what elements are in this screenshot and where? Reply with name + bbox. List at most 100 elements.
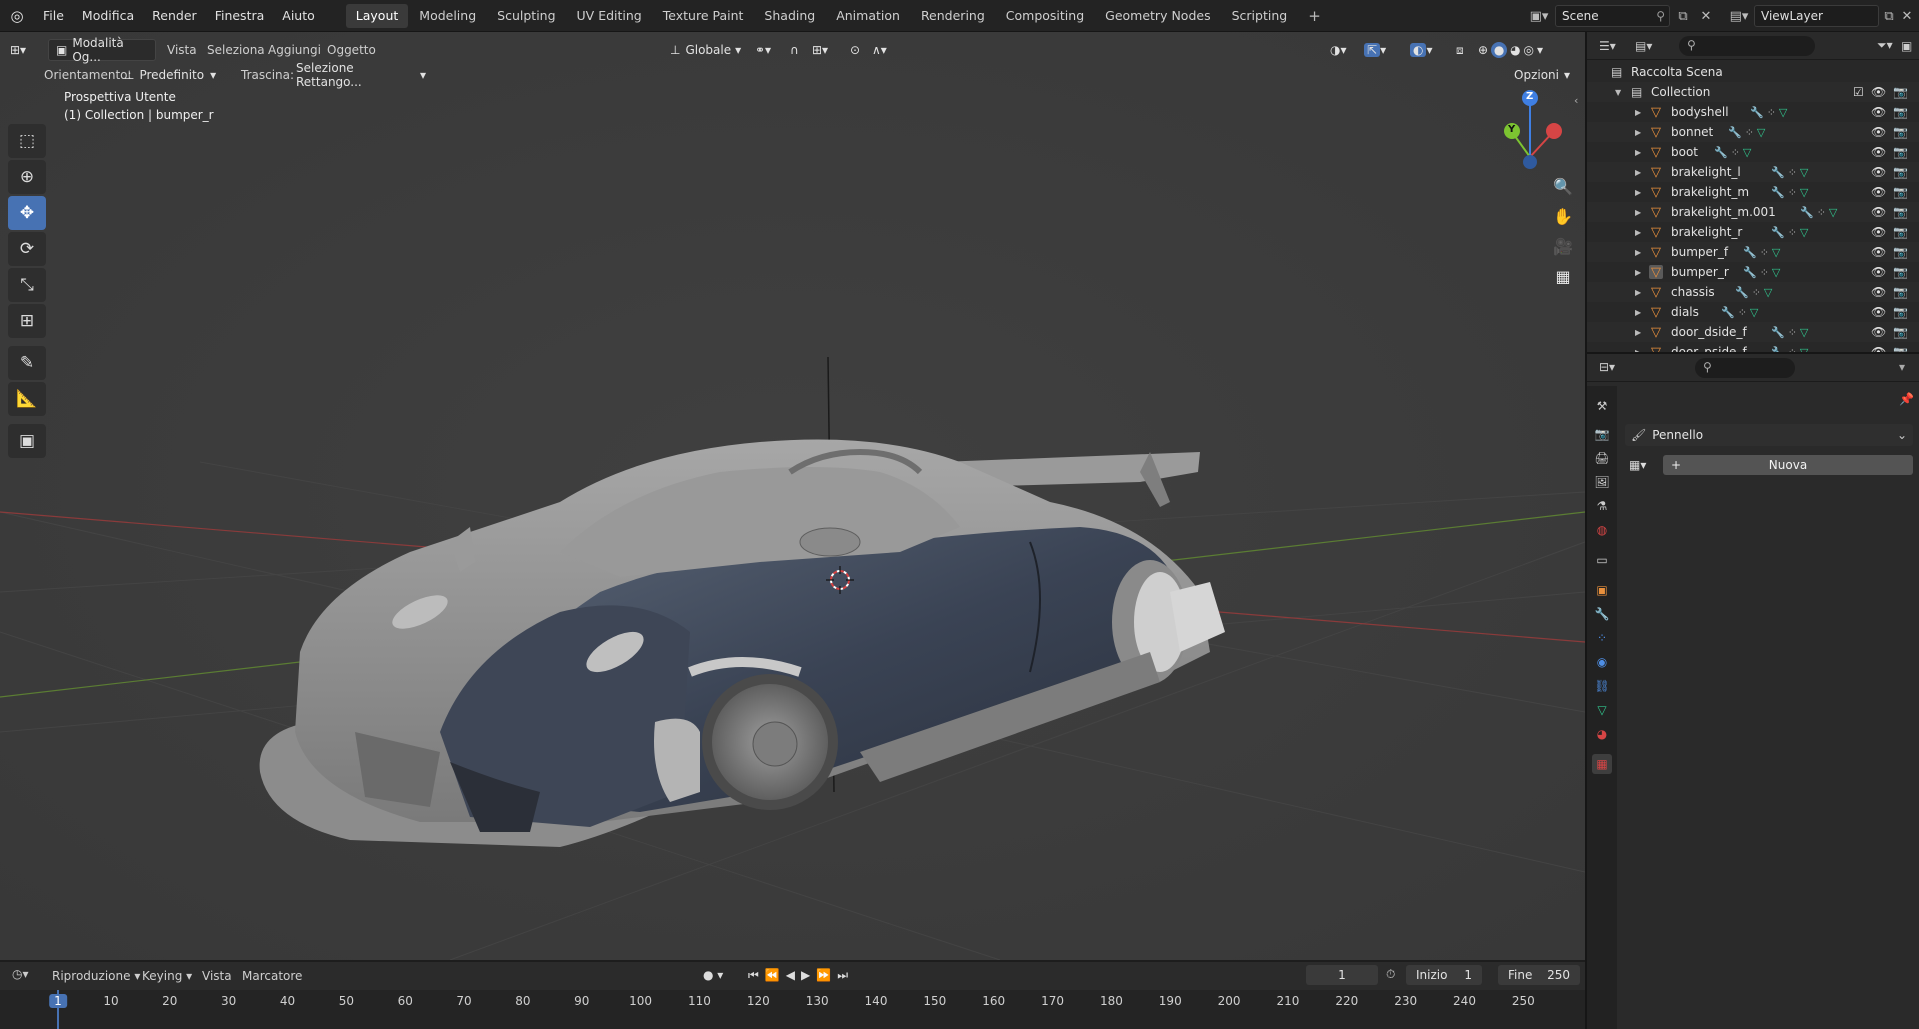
- expand-arrow-icon[interactable]: ▶: [1635, 148, 1641, 157]
- measure-tool-icon[interactable]: 📐: [8, 382, 46, 416]
- visibility-toggles[interactable]: 👁📷: [1871, 125, 1915, 139]
- transform-orientation-dropdown[interactable]: ⊥ Globale ▾: [670, 39, 746, 61]
- expand-arrow-icon[interactable]: ▶: [1635, 108, 1641, 117]
- start-frame-field[interactable]: Inizio 1: [1406, 965, 1482, 985]
- tool-tab-icon[interactable]: ⚒: [1592, 396, 1612, 416]
- expand-arrow-icon[interactable]: ▶: [1635, 268, 1641, 277]
- visibility-toggles[interactable]: 👁📷: [1871, 185, 1915, 199]
- modifiers-icon[interactable]: 🔧⁘▽: [1735, 286, 1775, 299]
- jump-start-icon[interactable]: ⏮: [748, 968, 765, 982]
- menu-riproduzione[interactable]: Riproduzione ▾: [52, 965, 140, 987]
- pin-icon[interactable]: ⚲: [1656, 9, 1665, 23]
- snap-icon[interactable]: ∩: [790, 39, 810, 61]
- drag-dropdown[interactable]: Selezione Rettango... ▾: [296, 61, 426, 89]
- outliner-item[interactable]: ▶ ▽ bumper_f 🔧⁘▽ 👁📷: [1587, 242, 1919, 262]
- exclude-checkbox[interactable]: ☑: [1853, 85, 1864, 99]
- tab-animation[interactable]: Animation: [826, 4, 910, 28]
- perspective-grid-icon[interactable]: ▦: [1548, 261, 1578, 291]
- visibility-toggles[interactable]: 👁📷: [1871, 165, 1915, 179]
- menu-edit[interactable]: Modifica: [73, 0, 143, 32]
- texture-tab-icon[interactable]: ▦: [1592, 754, 1612, 774]
- visibility-toggles[interactable]: 👁📷: [1871, 85, 1915, 99]
- filter-icon[interactable]: ⏷▾: [1877, 38, 1893, 53]
- modifiers-icon[interactable]: 🔧⁘▽: [1750, 106, 1790, 119]
- add-workspace-icon[interactable]: +: [1298, 4, 1331, 28]
- orientation-dropdown[interactable]: ⊥ Predefinito ▾: [124, 64, 220, 86]
- pan-hand-icon[interactable]: ✋: [1548, 201, 1578, 231]
- record-icon[interactable]: ● ▾: [703, 968, 723, 982]
- pin-icon[interactable]: 📌: [1899, 392, 1914, 406]
- expand-arrow-icon[interactable]: ▶: [1635, 128, 1641, 137]
- visibility-toggles[interactable]: 👁📷: [1871, 325, 1915, 339]
- menu-help[interactable]: Aiuto: [273, 0, 324, 32]
- visibility-toggles[interactable]: 👁📷: [1871, 265, 1915, 279]
- prev-keyframe-icon[interactable]: ⏪: [765, 968, 786, 982]
- overlay-toggle-icon[interactable]: ◐ ▾: [1410, 39, 1448, 61]
- mode-dropdown[interactable]: ▣ Modalità Og...: [48, 36, 156, 64]
- tab-shading[interactable]: Shading: [754, 4, 825, 28]
- expand-arrow-icon[interactable]: ▶: [1635, 288, 1641, 297]
- tab-compositing[interactable]: Compositing: [996, 4, 1094, 28]
- gizmo-toggle-icon[interactable]: ⇱ ▾: [1364, 39, 1402, 61]
- outliner-item[interactable]: ▶ ▽ boot 🔧⁘▽ 👁📷: [1587, 142, 1919, 162]
- playback-controls[interactable]: ⏮⏪◀▶⏩⏭: [748, 968, 854, 983]
- visibility-toggles[interactable]: 👁📷: [1871, 105, 1915, 119]
- scale-tool-icon[interactable]: ⤡: [8, 268, 46, 302]
- modifiers-icon[interactable]: 🔧⁘▽: [1743, 246, 1783, 259]
- brush-panel-header[interactable]: 🖌 Pennello ⌄: [1625, 424, 1913, 446]
- xray-icon[interactable]: ⧈: [1456, 39, 1476, 61]
- pivot-point-icon[interactable]: ⚭▾: [755, 39, 783, 61]
- delete-view-layer-icon[interactable]: ✕: [1899, 5, 1915, 27]
- modifiers-icon[interactable]: 🔧⁘▽: [1800, 206, 1840, 219]
- outliner-item[interactable]: ▶ ▽ brakelight_l 🔧⁘▽ 👁📷: [1587, 162, 1919, 182]
- blender-logo-icon[interactable]: ◎: [0, 0, 34, 32]
- visibility-toggles[interactable]: 👁📷: [1871, 145, 1915, 159]
- outliner-editor-type-icon[interactable]: ☰▾: [1599, 39, 1616, 53]
- modifiers-icon[interactable]: 🔧⁘▽: [1721, 306, 1761, 319]
- outliner-item[interactable]: ▶ ▽ dials 🔧⁘▽ 👁📷: [1587, 302, 1919, 322]
- menu-vista-timeline[interactable]: Vista: [202, 965, 232, 987]
- chevron-down-icon[interactable]: ▾: [1537, 43, 1543, 57]
- modifiers-icon[interactable]: 🔧⁘▽: [1743, 266, 1783, 279]
- expand-arrow-icon[interactable]: ▶: [1635, 308, 1641, 317]
- outliner-item[interactable]: ▶ ▽ chassis 🔧⁘▽ 👁📷: [1587, 282, 1919, 302]
- modifiers-icon[interactable]: 🔧⁘▽: [1714, 146, 1754, 159]
- visibility-toggles[interactable]: 👁📷: [1871, 345, 1915, 352]
- expand-arrow-icon[interactable]: ▶: [1635, 188, 1641, 197]
- material-tab-icon[interactable]: ◕: [1592, 724, 1612, 744]
- visibility-toggles[interactable]: 👁📷: [1871, 225, 1915, 239]
- options-dropdown[interactable]: Opzioni ▾: [1514, 64, 1580, 86]
- zoom-icon[interactable]: 🔍: [1548, 171, 1578, 201]
- next-keyframe-icon[interactable]: ⏩: [816, 968, 837, 982]
- display-mode-icon[interactable]: ▤▾: [1635, 39, 1652, 53]
- wireframe-shading-icon[interactable]: ⊕: [1478, 43, 1488, 57]
- collection-tab-icon[interactable]: ▭: [1592, 550, 1612, 570]
- new-view-layer-icon[interactable]: ⧉: [1881, 5, 1897, 27]
- modifier-tab-icon[interactable]: 🔧: [1592, 604, 1612, 624]
- rendered-shading-icon[interactable]: ◎: [1524, 43, 1534, 57]
- outliner-item[interactable]: ▶ ▽ bumper_r 🔧⁘▽ 👁📷: [1587, 262, 1919, 282]
- menu-seleziona[interactable]: Seleziona: [207, 39, 265, 61]
- tree-row-scene-collection[interactable]: ▤ Raccolta Scena: [1587, 62, 1919, 82]
- outliner-item[interactable]: ▶ ▽ bonnet 🔧⁘▽ 👁📷: [1587, 122, 1919, 142]
- tab-scripting[interactable]: Scripting: [1222, 4, 1298, 28]
- scene-field[interactable]: Scene ⚲: [1555, 5, 1670, 27]
- falloff-icon[interactable]: ∧▾: [872, 39, 900, 61]
- menu-oggetto[interactable]: Oggetto: [327, 39, 376, 61]
- modifiers-icon[interactable]: 🔧⁘▽: [1771, 186, 1811, 199]
- expand-arrow-icon[interactable]: ▶: [1635, 328, 1641, 337]
- scene-selector-icon[interactable]: ▣▾: [1524, 5, 1554, 27]
- outliner-item[interactable]: ▶ ▽ bodyshell 🔧⁘▽ 👁📷: [1587, 102, 1919, 122]
- play-icon[interactable]: ▶: [801, 968, 816, 982]
- outliner-item[interactable]: ▶ ▽ brakelight_m 🔧⁘▽ 👁📷: [1587, 182, 1919, 202]
- visibility-toggles[interactable]: 👁📷: [1871, 245, 1915, 259]
- menu-render[interactable]: Render: [143, 0, 206, 32]
- world-tab-icon[interactable]: ◍: [1592, 520, 1612, 540]
- chevron-down-icon[interactable]: ▾: [1899, 360, 1905, 374]
- outliner-search-input[interactable]: ⚲: [1679, 36, 1815, 56]
- rotate-tool-icon[interactable]: ⟳: [8, 232, 46, 266]
- outliner-item[interactable]: ▶ ▽ brakelight_r 🔧⁘▽ 👁📷: [1587, 222, 1919, 242]
- menu-aggiungi[interactable]: Aggiungi: [268, 39, 321, 61]
- data-tab-icon[interactable]: ▽: [1592, 700, 1612, 720]
- expand-arrow-icon[interactable]: ▶: [1635, 248, 1641, 257]
